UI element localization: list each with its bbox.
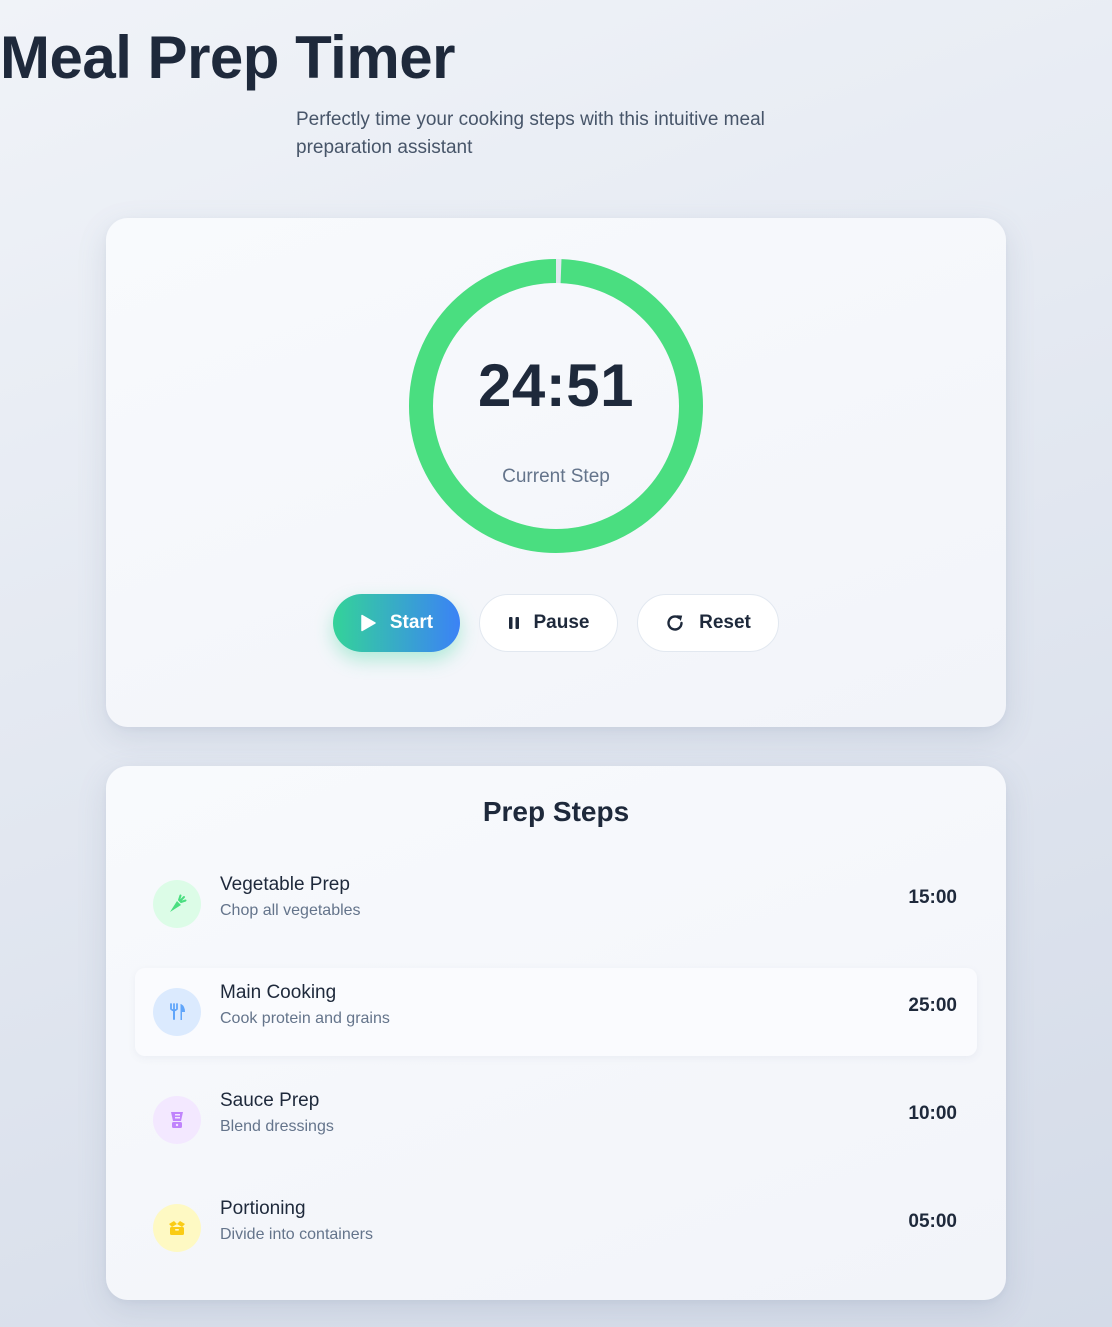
prep-steps-card: Prep Steps Vegetable Prep Chop all veget…	[106, 766, 1006, 1300]
reset-button-label: Reset	[699, 612, 751, 633]
reset-button[interactable]: Reset	[637, 594, 779, 652]
page-subtitle: Perfectly time your cooking steps with t…	[296, 109, 765, 158]
step-description: Divide into containers	[220, 1226, 373, 1243]
step-row-portioning[interactable]: Portioning Divide into containers 05:00	[135, 1184, 977, 1272]
utensils-icon	[153, 988, 201, 1036]
step-duration: 15:00	[908, 887, 957, 908]
start-button[interactable]: Start	[333, 594, 460, 652]
step-description: Blend dressings	[220, 1118, 334, 1135]
pause-button-label: Pause	[533, 612, 590, 633]
step-duration: 25:00	[908, 995, 957, 1016]
prep-steps-title: Prep Steps	[482, 796, 630, 827]
carrot-icon	[153, 880, 201, 928]
step-row-vegetable-prep[interactable]: Vegetable Prep Chop all vegetables 15:00	[135, 860, 977, 948]
timer-readout: 24:51	[478, 352, 634, 419]
timer-card: 24:51 Current Step Start Pause Reset	[106, 218, 1006, 727]
blender-icon	[153, 1096, 201, 1144]
redo-icon	[665, 613, 685, 633]
pause-button[interactable]: Pause	[479, 594, 618, 652]
step-name: Portioning	[220, 1198, 306, 1219]
timer-ring: 24:51 Current Step	[408, 258, 704, 554]
pause-icon	[508, 616, 520, 630]
step-name: Sauce Prep	[220, 1090, 320, 1111]
start-button-label: Start	[389, 612, 434, 633]
step-name: Vegetable Prep	[220, 874, 350, 895]
step-description: Cook protein and grains	[220, 1010, 390, 1027]
step-description: Chop all vegetables	[220, 902, 361, 919]
play-icon	[360, 614, 376, 632]
timer-label: Current Step	[502, 466, 610, 487]
step-duration: 05:00	[908, 1211, 957, 1232]
page-title: Meal Prep Timer	[0, 24, 455, 91]
step-duration: 10:00	[908, 1103, 957, 1124]
step-row-main-cooking[interactable]: Main Cooking Cook protein and grains 25:…	[135, 968, 977, 1056]
step-name: Main Cooking	[220, 982, 337, 1003]
box-icon	[153, 1204, 201, 1252]
step-row-sauce-prep[interactable]: Sauce Prep Blend dressings 10:00	[135, 1076, 977, 1164]
